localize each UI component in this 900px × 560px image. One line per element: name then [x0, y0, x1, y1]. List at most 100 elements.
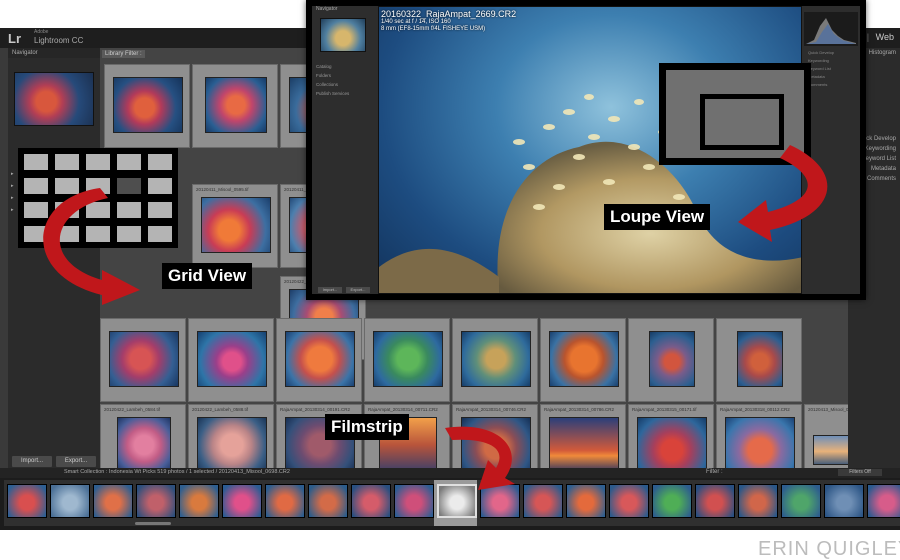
grid-cell[interactable] [100, 318, 186, 402]
photo-thumbnail [737, 331, 783, 387]
library-filter-label[interactable]: Library Filter : [102, 50, 145, 58]
loupe-export-button[interactable]: Export... [346, 287, 370, 293]
loupe-lens: 8 mm (EF8-15mm f/4L FISHEYE USM) [381, 26, 486, 32]
grid-icon-square [148, 178, 172, 194]
loupe-panel-keywording[interactable]: Keywording [808, 58, 829, 63]
histogram-panel-label[interactable]: Histogram [869, 50, 896, 56]
photo-thumbnail [461, 331, 531, 387]
filmstrip-thumbnail[interactable] [7, 484, 47, 518]
grid-cell[interactable] [628, 318, 714, 402]
export-button[interactable]: Export... [56, 456, 96, 467]
photo-thumbnail [113, 77, 183, 133]
grid-view-callout: Grid View [162, 263, 253, 289]
metadata-panel-label[interactable]: Metadata [871, 166, 896, 172]
navigator-preview[interactable] [14, 72, 94, 126]
filmstrip-thumbnail[interactable] [738, 484, 778, 518]
grid-cell[interactable]: 20120411_Misool_0595.tif [192, 184, 278, 268]
loupe-view-icon [659, 63, 811, 165]
filmstrip-thumbnail[interactable] [222, 484, 262, 518]
photo-thumbnail [549, 417, 619, 473]
photo-thumbnail [197, 331, 267, 387]
folders-panel-label[interactable]: Folders [316, 71, 349, 80]
grid-icon-square [117, 154, 141, 170]
publish-services-panel-label[interactable]: Publish Services [316, 89, 349, 98]
filmstrip-scrollbar[interactable] [135, 522, 171, 525]
grid-cell[interactable] [192, 64, 278, 148]
grid-cell[interactable] [716, 318, 802, 402]
loupe-import-button[interactable]: Import... [318, 287, 342, 293]
filmstrip-thumbnail[interactable] [179, 484, 219, 518]
filmstrip-thumbnail[interactable] [93, 484, 133, 518]
grid-icon-square [86, 178, 110, 194]
catalog-panel-label[interactable]: Catalog [316, 62, 349, 71]
grid-icon-square [117, 202, 141, 218]
filmstrip-toolbar: Smart Collection : Indonesia Wt Picks 51… [0, 468, 900, 478]
watermark: ERIN QUIGLEY [758, 538, 900, 560]
grid-cell[interactable] [104, 64, 190, 148]
filmstrip-thumbnail[interactable] [824, 484, 864, 518]
navigator-header[interactable]: Navigator [8, 48, 100, 58]
filmstrip-thumbnail[interactable] [437, 484, 477, 518]
loupe-panel-keyword-list[interactable]: Keyword List [808, 66, 831, 71]
keywording-panel-label[interactable]: Keywording [865, 146, 896, 152]
loupe-navigator-header[interactable]: Navigator [316, 6, 337, 12]
collections-panel-label[interactable]: Collections [316, 80, 349, 89]
filmstrip-thumbnail[interactable] [523, 484, 563, 518]
photo-thumbnail [725, 417, 795, 473]
left-panel: Navigator ▸ ▸ ▸ ▸ Import... Export... [8, 48, 100, 468]
keyword-list-panel-label[interactable]: Keyword List [862, 156, 896, 162]
filmstrip-thumbnail[interactable] [394, 484, 434, 518]
histogram-graph [806, 18, 856, 44]
grid-icon-square [86, 154, 110, 170]
grid-icon-square [55, 178, 79, 194]
comments-panel-label[interactable]: Comments [867, 176, 896, 182]
grid-icon-square [55, 154, 79, 170]
grid-icon-square [24, 178, 48, 194]
grid-view-icon [18, 148, 178, 248]
grid-cell[interactable] [364, 318, 450, 402]
photo-thumbnail [637, 417, 707, 473]
grid-cell[interactable] [276, 318, 362, 402]
filmstrip-thumbnail[interactable] [308, 484, 348, 518]
grid-icon-square [148, 154, 172, 170]
filmstrip-thumbnail[interactable] [695, 484, 735, 518]
filmstrip-thumbnail[interactable] [265, 484, 305, 518]
filmstrip-thumbnail[interactable] [652, 484, 692, 518]
loupe-exposure: 1/40 sec at f / 14, ISO 160 [381, 19, 451, 25]
filmstrip-thumbnail[interactable] [609, 484, 649, 518]
grid-cell[interactable] [452, 318, 538, 402]
adobe-label: Adobe [34, 29, 49, 35]
grid-icon-square [24, 154, 48, 170]
grid-cell[interactable] [540, 318, 626, 402]
photo-thumbnail [285, 331, 355, 387]
photo-thumbnail [109, 331, 179, 387]
filter-dropdown[interactable]: Filters Off [838, 469, 882, 476]
grid-icon-square [86, 226, 110, 242]
filmstrip-thumbnail[interactable] [351, 484, 391, 518]
panel-disclosure-arrows[interactable]: ▸ ▸ ▸ ▸ [11, 168, 14, 216]
grid-cell[interactable] [188, 318, 274, 402]
histogram[interactable] [804, 12, 858, 46]
photo-thumbnail [649, 331, 695, 387]
loupe-panel-quick-develop[interactable]: Quick Develop [808, 50, 834, 55]
filmstrip-thumbnail[interactable] [566, 484, 606, 518]
photo-thumbnail [549, 331, 619, 387]
source-path[interactable]: Smart Collection : Indonesia Wt Picks 51… [64, 469, 290, 475]
filmstrip-thumbnail[interactable] [867, 484, 900, 518]
filmstrip-thumbnail[interactable] [480, 484, 520, 518]
product-name: Lightroom CC [34, 36, 84, 45]
loupe-navigator-preview[interactable] [320, 18, 366, 52]
photo-thumbnail [373, 331, 443, 387]
loupe-view-callout: Loupe View [604, 204, 711, 230]
filmstrip-thumbnail[interactable] [136, 484, 176, 518]
filmstrip-thumbnail[interactable] [781, 484, 821, 518]
grid-icon-square [55, 226, 79, 242]
grid-icon-square [24, 202, 48, 218]
grid-icon-square [86, 202, 110, 218]
import-button[interactable]: Import... [12, 456, 52, 467]
filter-label: Filter : [706, 469, 723, 475]
filmstrip-thumbnail[interactable] [50, 484, 90, 518]
grid-icon-square [24, 226, 48, 242]
grid-icon-square [148, 202, 172, 218]
module-web[interactable]: Web [876, 32, 894, 42]
